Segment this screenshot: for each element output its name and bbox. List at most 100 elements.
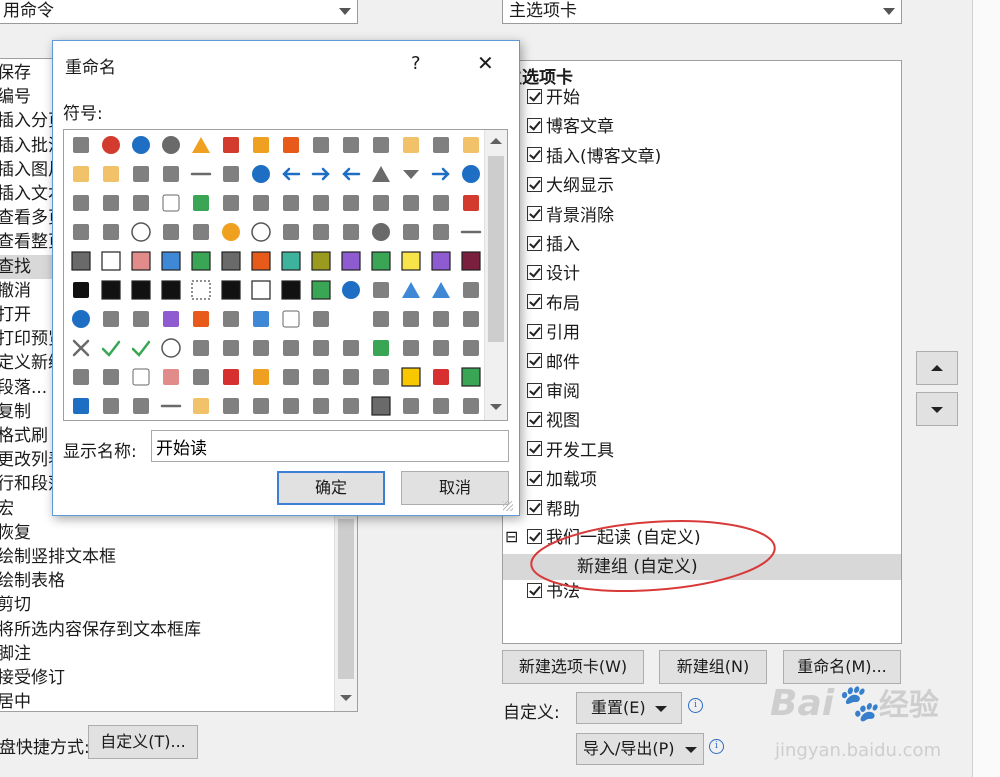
tab-item[interactable]: 引用	[527, 319, 580, 347]
pie-color-icon[interactable]	[72, 310, 90, 328]
checkbox-icon[interactable]	[527, 176, 542, 192]
scroll-up-icon[interactable]	[490, 138, 502, 144]
hand-icon[interactable]	[193, 224, 209, 240]
arrow-right-icon[interactable]	[431, 167, 450, 181]
eye-icon[interactable]	[433, 224, 449, 240]
ie-icon[interactable]	[73, 398, 89, 414]
funnel-icon[interactable]	[313, 195, 329, 211]
striped-red-icon[interactable]	[433, 369, 449, 385]
reset-button[interactable]: 重置(E)	[576, 692, 682, 724]
camera-icon[interactable]	[343, 398, 359, 414]
circle-right-icon[interactable]	[342, 281, 360, 299]
blank-page-icon[interactable]	[132, 368, 150, 386]
user-icon[interactable]	[73, 224, 89, 240]
table-grid-icon[interactable]	[371, 396, 391, 416]
orange-book-icon[interactable]	[193, 311, 209, 327]
world-doc-icon[interactable]	[223, 398, 239, 414]
smiley-icon[interactable]	[222, 223, 240, 241]
checkbox-icon[interactable]	[527, 323, 542, 339]
custom-tab-expander-icon[interactable]: ⊟	[505, 527, 518, 547]
diagonal-icon[interactable]	[373, 311, 389, 327]
help-icon[interactable]: ?	[411, 53, 421, 74]
checkbox-icon[interactable]	[527, 88, 542, 104]
close-icon[interactable]: ✕	[477, 51, 494, 75]
rename-button[interactable]: 重命名(M)...	[783, 650, 901, 684]
paint-bucket-icon[interactable]	[253, 340, 269, 356]
search-icon[interactable]	[253, 195, 269, 211]
pi-icon[interactable]	[223, 340, 239, 356]
new-tab-button[interactable]: 新建选项卡(W)	[502, 650, 644, 684]
window-icon[interactable]	[403, 398, 419, 414]
signature-icon[interactable]	[373, 369, 389, 385]
paper-plane-icon[interactable]	[133, 398, 149, 414]
frame-icon[interactable]	[161, 280, 181, 300]
checker-icon[interactable]	[311, 280, 331, 300]
color-grid-icon[interactable]	[71, 251, 91, 271]
alert-diamond-icon[interactable]	[253, 137, 269, 153]
tab-item[interactable]: 视图	[527, 407, 580, 435]
command-item[interactable]: 绘制竖排文本框	[0, 545, 335, 569]
align-left-icon[interactable]	[463, 282, 479, 298]
dark-green-square-icon[interactable]	[371, 251, 391, 271]
symbol-scrollbar[interactable]	[484, 130, 507, 420]
pyramid-icon[interactable]	[402, 282, 420, 298]
page-corner-icon[interactable]	[162, 194, 180, 212]
tab-item[interactable]: 审阅	[527, 378, 580, 406]
teal-square-icon[interactable]	[281, 251, 301, 271]
gold-square-icon[interactable]	[401, 367, 421, 387]
tab-item[interactable]: 邮件	[527, 349, 580, 377]
lasso-icon[interactable]	[463, 340, 479, 356]
gray-a-icon[interactable]	[463, 311, 479, 327]
arrow-left-icon[interactable]	[342, 167, 361, 181]
anchor-icon[interactable]	[403, 340, 419, 356]
save-as-icon[interactable]	[373, 137, 389, 153]
frame-bottom-icon[interactable]	[221, 280, 241, 300]
green-tile-icon[interactable]	[461, 367, 481, 387]
purple-square-icon[interactable]	[341, 251, 361, 271]
checkbox-icon[interactable]	[527, 147, 542, 163]
snowflake-icon[interactable]	[163, 224, 179, 240]
command-item[interactable]: 恢复	[0, 521, 335, 545]
move-down-button[interactable]	[916, 392, 958, 426]
bar-chart-icon[interactable]	[373, 282, 389, 298]
command-item[interactable]: 居中	[0, 690, 335, 711]
checkbox-icon[interactable]	[527, 441, 542, 457]
folder-open-icon[interactable]	[463, 137, 479, 153]
pink-eraser-icon[interactable]	[163, 369, 179, 385]
tab-item[interactable]: 插入(博客文章)	[527, 143, 661, 171]
binary-icon[interactable]	[193, 340, 209, 356]
move-up-button[interactable]	[916, 351, 958, 385]
pin-icon[interactable]	[73, 195, 89, 211]
import-export-button[interactable]: 导入/导出(P)	[576, 733, 704, 765]
quote-dollar-icon[interactable]	[403, 224, 419, 240]
pie-chart-icon[interactable]	[252, 165, 270, 183]
green-square-icon[interactable]	[191, 251, 211, 271]
certificate-icon[interactable]	[463, 398, 479, 414]
checkbox-icon[interactable]	[527, 294, 542, 310]
microphone-icon[interactable]	[433, 195, 449, 211]
panel-icon[interactable]	[103, 369, 119, 385]
rings-icon[interactable]	[403, 195, 419, 211]
envelope-icon[interactable]	[283, 369, 299, 385]
stop-icon[interactable]	[162, 136, 180, 154]
checkbox-icon[interactable]	[527, 264, 542, 280]
double-right-icon[interactable]	[311, 167, 330, 181]
scroll-thumb[interactable]	[338, 519, 354, 679]
command-item[interactable]: 剪切	[0, 593, 335, 617]
white-square-icon[interactable]	[101, 251, 121, 271]
scales-icon[interactable]	[373, 195, 389, 211]
heart-pulse-icon[interactable]	[313, 398, 329, 414]
dotted-square-icon[interactable]	[191, 280, 211, 300]
card-icon[interactable]	[313, 369, 329, 385]
brush-icon[interactable]	[313, 340, 329, 356]
shield-icon[interactable]	[283, 137, 299, 153]
database-icon[interactable]	[133, 311, 149, 327]
tab-item[interactable]: 博客文章	[527, 113, 614, 141]
eight-ball-icon[interactable]	[372, 223, 390, 241]
scroll-down-icon[interactable]	[490, 404, 502, 410]
print-icon[interactable]	[133, 166, 149, 182]
yellow-square-icon[interactable]	[401, 251, 421, 271]
play-icon[interactable]	[373, 340, 389, 356]
film-icon[interactable]	[223, 195, 239, 211]
olive-square-icon[interactable]	[311, 251, 331, 271]
